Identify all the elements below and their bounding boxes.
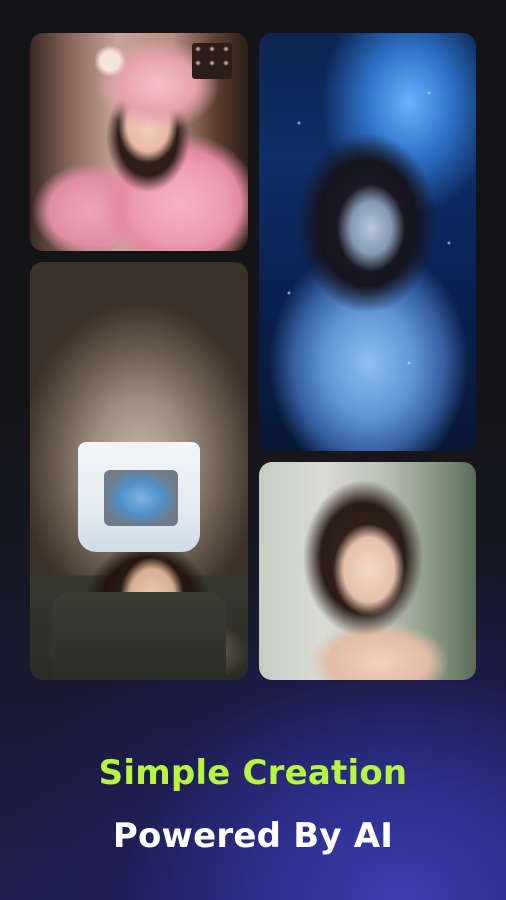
- promo-headline-primary: Simple Creation: [98, 753, 408, 793]
- cafe-lights-decoration: [192, 43, 232, 79]
- shirt-print-shape: [104, 470, 178, 526]
- gallery-image-pink-coat: [30, 33, 248, 251]
- gallery-image-portrait: [259, 462, 476, 680]
- gallery-image-crop-top: [30, 262, 248, 680]
- gallery-image-blue-water-art: [259, 33, 476, 451]
- promo-headline-secondary: Powered By AI: [112, 816, 394, 856]
- pants-shape: [52, 592, 226, 680]
